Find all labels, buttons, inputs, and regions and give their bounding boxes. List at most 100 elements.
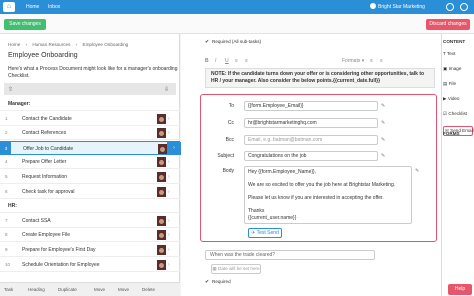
edit-pencil-icon[interactable]: ✎ xyxy=(381,103,385,109)
save-changes-button[interactable]: Save changes xyxy=(4,19,46,30)
required-all-label: Required (All sub-tasks) xyxy=(212,39,262,44)
chevron-right-icon[interactable]: › xyxy=(168,262,170,268)
subject-field[interactable]: Congratulations on the job xyxy=(244,151,378,161)
notifications-icon[interactable] xyxy=(446,3,454,11)
chevron-right-icon[interactable]: › xyxy=(168,232,170,238)
task-row[interactable]: 1 Contact the Candidate › xyxy=(0,112,180,126)
assignee-avatar[interactable] xyxy=(157,245,166,255)
chevron-right-icon[interactable]: › xyxy=(168,218,170,224)
nav-home[interactable]: Home xyxy=(26,0,39,14)
assignee-avatar[interactable] xyxy=(157,128,166,139)
chevron-right-icon[interactable]: › xyxy=(168,247,170,253)
task-row[interactable]: 10 Schedule Orientation for Employee › xyxy=(0,258,180,272)
breadcrumb-home[interactable]: Home xyxy=(8,42,20,47)
task-number: 7 xyxy=(5,217,8,223)
chevron-right-icon[interactable]: › xyxy=(167,141,181,155)
delete-button[interactable]: Delete xyxy=(142,287,155,292)
task-label: Prepare Offer Letter xyxy=(22,159,67,166)
content-item-image[interactable]: ▣ Image xyxy=(443,66,473,72)
formats-dropdown[interactable]: Formats ▾ xyxy=(342,58,364,64)
italic-button[interactable]: I xyxy=(215,58,216,64)
to-label: To xyxy=(228,103,234,109)
duplicate-button[interactable]: Duplicate xyxy=(58,287,77,292)
nav-inbox[interactable]: Inbox xyxy=(48,0,60,14)
required-checkbox[interactable]: ✔ Required xyxy=(205,279,231,285)
move-down-button[interactable]: Move xyxy=(118,287,129,292)
email-body-field[interactable]: Hey {{form.Employee_Name}}, We are so ex… xyxy=(244,166,412,224)
bcc-field[interactable]: Email, e.g. batman@batman.com xyxy=(244,135,378,145)
task-heading[interactable]: Manager: xyxy=(0,97,180,111)
subject-label: Subject xyxy=(217,153,234,159)
question-field[interactable]: When was the trade cleared? xyxy=(205,250,375,260)
content-item-file[interactable]: ▤ File xyxy=(443,81,473,87)
task-row[interactable]: 4 Prepare Offer Letter › xyxy=(0,155,180,170)
text-toolbar: B I U ≡ ≡ Formats ▾ ≡ ≡ xyxy=(205,58,435,66)
change-bar: Save changes Discard changes xyxy=(0,14,474,34)
user-avatar-icon[interactable] xyxy=(460,3,468,11)
forms-heading[interactable]: FORMS xyxy=(443,131,460,136)
add-task-button[interactable]: Task xyxy=(4,287,13,292)
underline-button[interactable]: U xyxy=(225,58,229,64)
chevron-right-icon[interactable]: › xyxy=(168,174,170,180)
edit-pencil-icon[interactable]: ✎ xyxy=(381,120,385,126)
assignee-avatar[interactable] xyxy=(158,143,167,154)
date-field-button[interactable]: ▦ Date will be set here xyxy=(211,264,261,274)
edit-pencil-icon[interactable]: ✎ xyxy=(381,137,385,143)
assignee-avatar[interactable] xyxy=(157,259,166,270)
task-heading[interactable]: HR: xyxy=(0,199,180,214)
assignee-avatar[interactable] xyxy=(157,230,166,241)
org-switcher[interactable]: Bright Star Marketing xyxy=(370,0,425,14)
checkmark-icon: ✔ xyxy=(205,39,210,45)
add-heading-button[interactable]: Heading xyxy=(28,287,45,292)
note-text[interactable]: NOTE: If the candidate turns down your o… xyxy=(205,68,435,88)
content-item-label: Image xyxy=(448,66,462,71)
content-heading[interactable]: CONTENT xyxy=(443,39,465,44)
down-arrow-icon[interactable]: ⇩ xyxy=(164,86,169,93)
task-action-bar: Task Heading Duplicate Move Move Delete xyxy=(0,282,180,296)
test-send-button[interactable]: ✈ Test Send xyxy=(248,228,282,238)
chevron-right-icon[interactable]: › xyxy=(168,159,170,165)
justify-button[interactable]: ≡ xyxy=(380,58,383,64)
task-label: Create Employee File xyxy=(22,232,71,239)
chevron-right-icon[interactable]: › xyxy=(168,130,170,136)
assignee-avatar[interactable] xyxy=(157,113,166,124)
content-item-video[interactable]: ▶ Video xyxy=(443,96,473,102)
help-button[interactable]: Help xyxy=(448,284,472,295)
assignee-avatar[interactable] xyxy=(157,186,166,197)
align-button[interactable]: ≡ xyxy=(370,58,373,64)
bcc-label: Bcc xyxy=(225,137,234,143)
task-row[interactable]: 8 Create Employee File › xyxy=(0,228,180,243)
edit-pencil-icon[interactable]: ✎ xyxy=(381,153,385,159)
chevron-right-icon[interactable]: › xyxy=(168,189,170,195)
content-item-text[interactable]: T Text xyxy=(443,51,473,56)
ordered-list-button[interactable]: ≡ xyxy=(245,58,248,64)
to-field[interactable]: {{form.Employee_Email}} xyxy=(244,101,378,111)
task-row[interactable]: 3 Offer Job to Candidate › xyxy=(0,140,181,155)
up-arrow-icon[interactable]: ⇧ xyxy=(8,86,13,93)
breadcrumb-process[interactable]: Employee Onboarding xyxy=(83,42,129,47)
assignee-avatar[interactable] xyxy=(157,157,166,168)
app-logo-icon[interactable]: ⌂ xyxy=(3,2,15,12)
page-title[interactable]: Employee Onboarding xyxy=(8,52,78,59)
breadcrumb-folder[interactable]: Human Resources xyxy=(32,42,70,47)
list-button[interactable]: ≡ xyxy=(235,58,238,64)
bold-button[interactable]: B xyxy=(205,58,209,64)
content-item-checklist[interactable]: ☑ Checklist xyxy=(443,111,473,117)
task-row[interactable]: 6 Check task for approval › xyxy=(0,185,180,199)
task-row[interactable]: 2 Contact References › xyxy=(0,126,180,141)
chevron-right-icon[interactable]: › xyxy=(168,116,170,122)
process-description[interactable]: Here's what a Process Document might loo… xyxy=(8,66,178,79)
cc-field[interactable]: hr@brightstarmarketinghq.com xyxy=(244,118,378,128)
required-all-checkbox[interactable]: ✔ Required (All sub-tasks) xyxy=(205,39,262,45)
task-row[interactable]: 7 Contact SSA › xyxy=(0,214,180,228)
task-row[interactable]: 9 Prepare for Employee's First Day › xyxy=(0,243,180,257)
edit-pencil-icon[interactable]: ✎ xyxy=(415,168,419,174)
task-number: 3 xyxy=(1,141,11,155)
discard-changes-button[interactable]: Discard changes xyxy=(426,19,470,30)
assignee-avatar[interactable] xyxy=(157,215,166,226)
email-body-line: {{current_user.name}} xyxy=(248,214,297,221)
task-number: 4 xyxy=(5,159,8,165)
task-row[interactable]: 5 Request Information › xyxy=(0,170,180,184)
assignee-avatar[interactable] xyxy=(157,172,166,182)
move-up-button[interactable]: Move xyxy=(94,287,105,292)
